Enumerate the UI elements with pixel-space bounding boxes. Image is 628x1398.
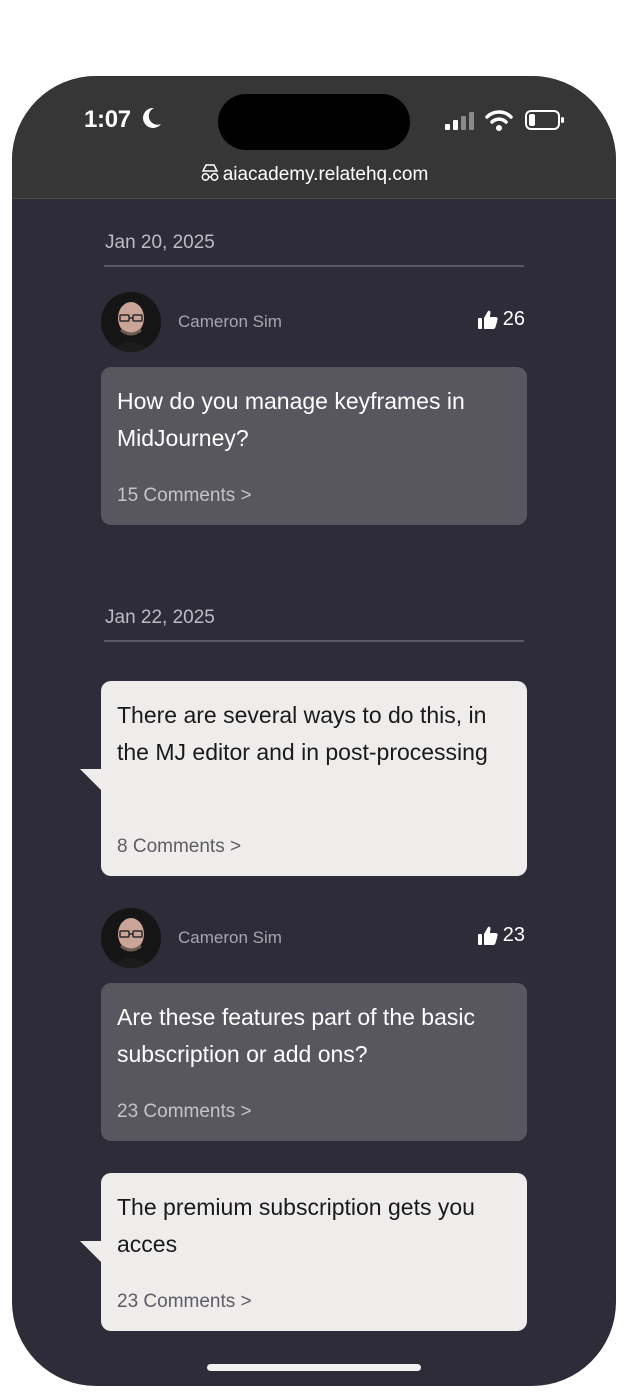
reply-text: There are several ways to do this, in th… bbox=[117, 702, 488, 765]
author-name[interactable]: Cameron Sim bbox=[178, 312, 282, 332]
reply-bubble-tail bbox=[80, 769, 102, 791]
signal-icon bbox=[445, 112, 474, 130]
avatar[interactable] bbox=[101, 292, 161, 352]
divider bbox=[104, 640, 524, 642]
moon-icon bbox=[143, 107, 161, 128]
author-name[interactable]: Cameron Sim bbox=[178, 928, 282, 948]
reply-bubble-tail bbox=[80, 1241, 102, 1263]
dynamic-island bbox=[218, 94, 410, 150]
divider bbox=[104, 265, 524, 267]
comments-link[interactable]: 23 Comments > bbox=[117, 1101, 252, 1123]
reply-card[interactable]: The premium subscription gets you acces … bbox=[101, 1173, 527, 1331]
url-text: aiacademy.relatehq.com bbox=[222, 164, 429, 185]
avatar[interactable] bbox=[101, 908, 161, 968]
incognito-icon bbox=[201, 164, 219, 181]
status-time: 1:07 bbox=[84, 106, 131, 133]
browser-top-bar: 1:07 aiacademy.relatehq.com bbox=[12, 76, 616, 199]
comments-link[interactable]: 23 Comments > bbox=[117, 1291, 252, 1313]
like-count: 23 bbox=[502, 924, 525, 946]
question-card[interactable]: How do you manage keyframes in MidJourne… bbox=[101, 367, 527, 525]
like-button[interactable]: 26 bbox=[477, 308, 525, 331]
date-header: Jan 20, 2025 bbox=[105, 232, 215, 253]
reply-text: The premium subscription gets you acces bbox=[117, 1194, 475, 1257]
home-indicator[interactable] bbox=[207, 1364, 421, 1371]
phone-screen: 1:07 aiacademy.relatehq.com Jan 20, 2025… bbox=[12, 76, 616, 1386]
comments-link[interactable]: 15 Comments > bbox=[117, 485, 252, 507]
question-text: How do you manage keyframes in MidJourne… bbox=[117, 388, 465, 451]
reply-card[interactable]: There are several ways to do this, in th… bbox=[101, 681, 527, 876]
address-bar[interactable]: aiacademy.relatehq.com bbox=[12, 164, 616, 186]
thumbs-up-icon bbox=[477, 926, 498, 945]
post-author-row: Cameron Sim 23 bbox=[101, 908, 525, 968]
question-text: Are these features part of the basic sub… bbox=[117, 1004, 475, 1067]
battery-icon bbox=[525, 110, 564, 130]
date-header: Jan 22, 2025 bbox=[105, 607, 215, 628]
like-button[interactable]: 23 bbox=[477, 924, 525, 947]
wifi-icon bbox=[485, 110, 513, 131]
post-author-row: Cameron Sim 26 bbox=[101, 292, 525, 352]
comments-link[interactable]: 8 Comments > bbox=[117, 836, 241, 858]
like-count: 26 bbox=[502, 308, 525, 330]
question-card[interactable]: Are these features part of the basic sub… bbox=[101, 983, 527, 1141]
thumbs-up-icon bbox=[477, 310, 498, 329]
